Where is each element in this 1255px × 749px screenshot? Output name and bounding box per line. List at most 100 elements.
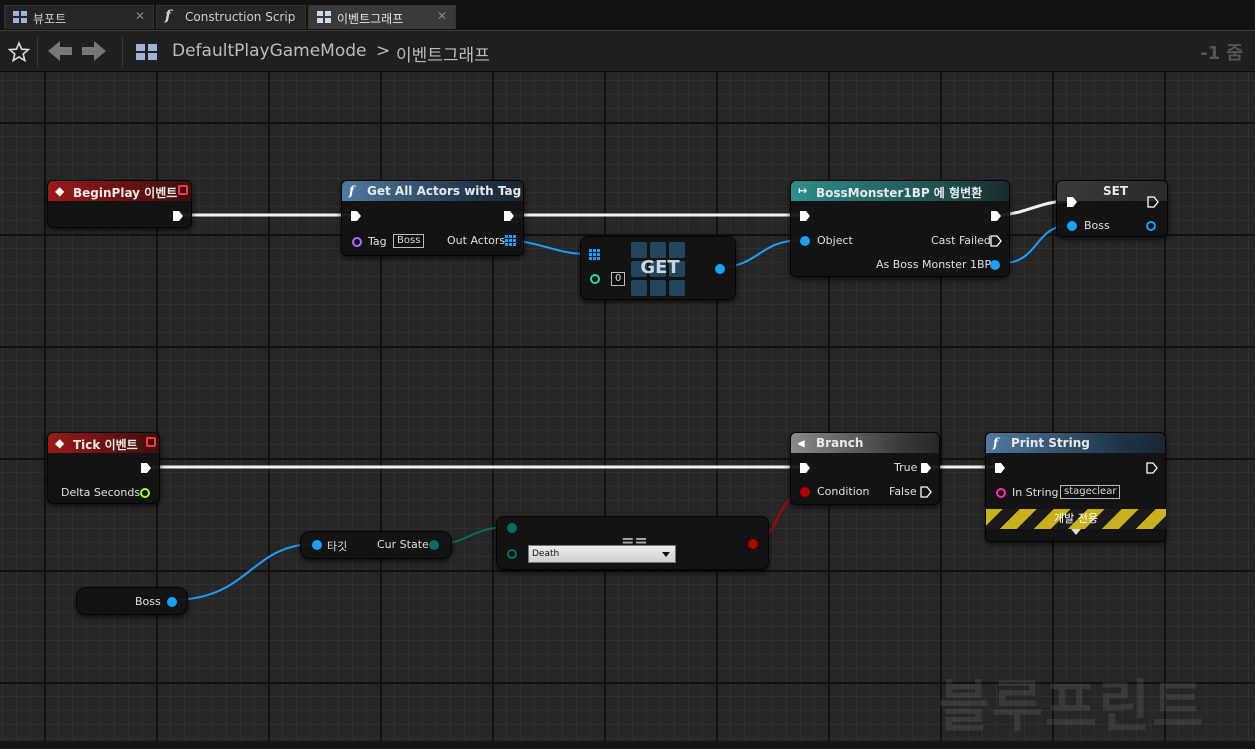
exec-in-pin[interactable]: [799, 462, 811, 474]
cast-icon: ↦: [798, 184, 808, 197]
exec-out-pin-hollow[interactable]: [1146, 462, 1158, 474]
exec-in-pin[interactable]: [799, 210, 811, 222]
object-out-pin-hollow[interactable]: [1145, 220, 1157, 232]
tab-label: 뷰포트: [33, 12, 67, 26]
as-boss-label: As Boss Monster 1BP: [876, 258, 992, 271]
tab-bar: 뷰포트 ✕ f Construction Scrip 이벤트그래프 ✕: [0, 0, 1255, 30]
int-pin[interactable]: [589, 273, 601, 285]
chevron-down-icon: [662, 552, 670, 557]
object-label: Object: [817, 234, 853, 247]
favorite-star-icon[interactable]: [8, 41, 30, 63]
zoom-level: -1 줌: [1200, 43, 1243, 64]
event-diamond-icon: ◆: [55, 436, 65, 450]
tab-viewport[interactable]: 뷰포트 ✕: [4, 5, 154, 29]
exec-in-pin[interactable]: [994, 462, 1006, 474]
node-header: ◆ Tick 이벤트: [48, 433, 159, 453]
enum-in-pin-hollow[interactable]: [506, 548, 518, 560]
exec-in-pin[interactable]: [1066, 196, 1078, 208]
node-title: BeginPlay 이벤트: [73, 186, 178, 200]
expand-arrow-icon[interactable]: [1071, 529, 1081, 535]
tag-input[interactable]: Boss: [393, 234, 425, 248]
close-icon[interactable]: ✕: [437, 9, 447, 23]
tick-node[interactable]: ◆ Tick 이벤트 Delta Seconds: [47, 432, 160, 504]
in-string-label: In String: [1012, 486, 1059, 499]
graph-canvas[interactable]: [0, 72, 1255, 741]
exec-out-pin[interactable]: [172, 210, 184, 222]
viewport-icon: [13, 11, 27, 23]
divider: [37, 37, 38, 67]
array-pin-icon[interactable]: [505, 235, 516, 246]
node-header: ⫷ Branch: [791, 433, 939, 453]
boss-label: Boss: [135, 595, 161, 608]
blueprint-watermark: 블루프린트: [938, 675, 1206, 740]
float-out-pin[interactable]: [139, 487, 151, 499]
boss-label: Boss: [1084, 219, 1110, 232]
object-in-pin[interactable]: [1066, 220, 1078, 232]
node-title: BossMonster1BP 에 형변환: [816, 186, 983, 200]
back-arrow-icon[interactable]: [46, 39, 80, 63]
blueprint-graph-icon: [136, 44, 157, 60]
exec-out-pin-hollow[interactable]: [1147, 196, 1159, 208]
function-icon: f: [165, 8, 172, 24]
delta-seconds-label: Delta Seconds: [61, 486, 141, 499]
in-string-input[interactable]: stageclear: [1060, 485, 1121, 499]
out-actors-label: Out Actors: [447, 234, 506, 247]
exec-in-pin[interactable]: [350, 210, 362, 222]
cur-state-node[interactable]: 타깃 Cur State: [300, 531, 452, 559]
node-header: f Print String: [986, 433, 1165, 453]
get-all-actors-node[interactable]: f Get All Actors with Tag Tag Boss Out A…: [341, 180, 524, 256]
enum-in-pin[interactable]: [506, 522, 518, 534]
false-label: False: [889, 485, 917, 498]
array-pin-icon[interactable]: [589, 249, 600, 260]
bool-in-pin[interactable]: [799, 486, 811, 498]
name-pin[interactable]: [351, 236, 363, 248]
branch-icon: ⫷: [798, 436, 805, 450]
delegate-pin-icon[interactable]: [146, 437, 156, 447]
object-out-pin[interactable]: [166, 596, 178, 608]
breadcrumb-root[interactable]: DefaultPlayGameMode: [172, 41, 367, 61]
object-out-pin[interactable]: [714, 263, 726, 275]
exec-out-pin-hollow[interactable]: [920, 486, 932, 498]
node-header: ◆ BeginPlay 이벤트: [48, 181, 191, 201]
index-input[interactable]: 0: [611, 272, 626, 286]
object-out-pin[interactable]: [989, 259, 1001, 271]
delegate-pin-icon[interactable]: [178, 185, 188, 195]
set-node[interactable]: SET Boss: [1056, 180, 1168, 237]
divider: [122, 37, 123, 67]
exec-out-pin-hollow[interactable]: [990, 235, 1002, 247]
cur-state-label: Cur State: [377, 538, 429, 551]
development-only-label: 개발 전용: [1054, 512, 1098, 525]
bool-out-pin[interactable]: [747, 538, 759, 550]
breadcrumb-current[interactable]: 이벤트그래프: [396, 41, 490, 66]
node-header: f Get All Actors with Tag: [342, 181, 523, 201]
object-in-pin[interactable]: [311, 539, 323, 551]
forward-arrow-icon[interactable]: [76, 39, 110, 63]
event-diamond-icon: ◆: [55, 184, 65, 198]
branch-node[interactable]: ⫷ Branch True Condition False: [790, 432, 940, 505]
event-graph-icon: [317, 11, 331, 23]
cast-node[interactable]: ↦ BossMonster1BP 에 형변환 Object Cast Faile…: [790, 180, 1010, 277]
print-string-node[interactable]: f Print String In String stageclear 개발 전…: [985, 432, 1166, 542]
exec-out-pin[interactable]: [990, 210, 1002, 222]
string-pin[interactable]: [995, 487, 1007, 499]
target-label: 타깃: [327, 540, 348, 553]
true-label: True: [894, 461, 918, 474]
enum-out-pin[interactable]: [428, 539, 440, 551]
breadcrumb-separator: >: [376, 41, 391, 61]
tab-construction-script[interactable]: f Construction Scrip: [156, 5, 306, 29]
begin-play-node[interactable]: ◆ BeginPlay 이벤트: [47, 180, 192, 228]
exec-out-pin[interactable]: [140, 462, 152, 474]
boss-variable-node[interactable]: Boss: [76, 587, 188, 615]
tab-event-graph[interactable]: 이벤트그래프 ✕: [308, 5, 456, 29]
object-in-pin[interactable]: [799, 235, 811, 247]
close-icon[interactable]: ✕: [135, 9, 145, 23]
cast-failed-label: Cast Failed: [931, 234, 991, 247]
node-title: Get All Actors with Tag: [367, 184, 522, 198]
exec-out-pin[interactable]: [920, 462, 932, 474]
equals-node[interactable]: == Death: [496, 516, 769, 570]
enum-select[interactable]: Death: [528, 545, 676, 563]
array-get-node[interactable]: GET 0: [580, 236, 736, 300]
exec-out-pin[interactable]: [503, 210, 515, 222]
tab-label: 이벤트그래프: [337, 12, 404, 26]
tab-label: Construction Scrip: [185, 10, 296, 24]
